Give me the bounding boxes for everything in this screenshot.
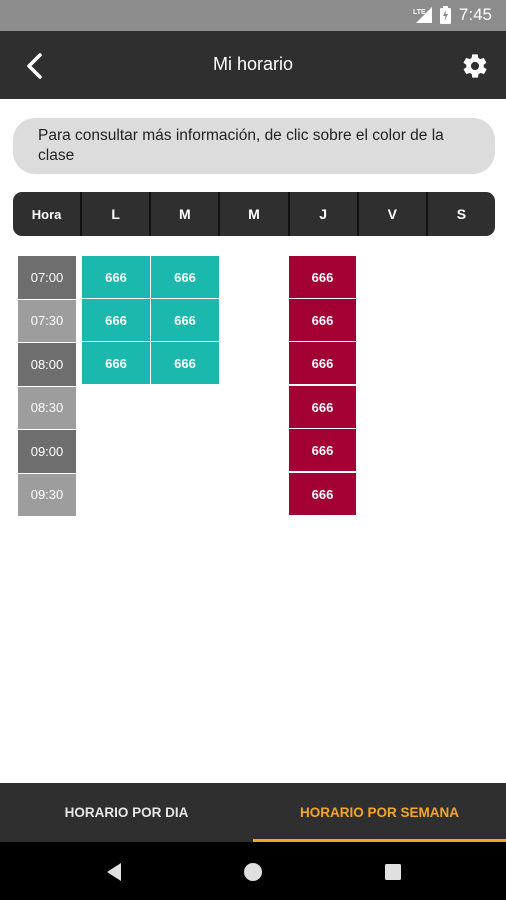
class-block-lunes[interactable]: 666 xyxy=(82,299,150,341)
class-block-jueves[interactable]: 666 xyxy=(289,429,356,471)
lte-signal-icon: LTE xyxy=(412,6,432,24)
class-block-jueves[interactable]: 666 xyxy=(289,473,356,515)
hour-column: 07:00 07:30 08:00 08:30 09:00 09:30 xyxy=(18,256,76,517)
nav-recents-button[interactable] xyxy=(381,860,405,884)
hour-slot: 09:00 xyxy=(18,430,76,474)
status-icons: LTE 7:45 xyxy=(412,5,492,25)
nav-back-button[interactable] xyxy=(102,860,126,884)
settings-button[interactable] xyxy=(458,49,492,83)
hour-slot: 07:30 xyxy=(18,299,76,343)
circle-home-icon xyxy=(244,863,262,881)
class-block-martes[interactable]: 666 xyxy=(151,256,219,298)
gear-icon xyxy=(463,54,487,78)
app-bar: Mi horario xyxy=(0,31,506,99)
info-message: Para consultar más información, de clic … xyxy=(13,118,495,174)
svg-text:LTE: LTE xyxy=(413,9,426,16)
header-day-jueves[interactable]: J xyxy=(287,192,357,236)
triangle-back-icon xyxy=(107,863,121,881)
page-title: Mi horario xyxy=(212,54,294,74)
hour-slot: 08:30 xyxy=(18,386,76,430)
nav-home-button[interactable] xyxy=(241,860,265,884)
class-block-jueves[interactable]: 666 xyxy=(289,386,356,428)
header-day-martes[interactable]: M xyxy=(149,192,218,236)
class-block-lunes[interactable]: 666 xyxy=(82,256,150,298)
hour-slot: 08:00 xyxy=(18,343,76,387)
hour-slot: 09:30 xyxy=(18,473,76,517)
class-block-jueves[interactable]: 666 xyxy=(289,299,356,341)
class-block-lunes[interactable]: 666 xyxy=(82,342,150,384)
battery-icon xyxy=(439,6,451,24)
class-block-martes[interactable]: 666 xyxy=(151,299,219,341)
header-hora: Hora xyxy=(31,206,62,222)
header-day-lunes[interactable]: L xyxy=(80,192,149,236)
class-block-martes[interactable]: 666 xyxy=(151,342,219,384)
class-block-jueves[interactable]: 666 xyxy=(289,256,356,298)
system-nav-bar xyxy=(0,842,506,900)
header-day-viernes[interactable]: V xyxy=(356,192,426,236)
header-day-miercoles[interactable]: M xyxy=(218,192,287,236)
day-header: Hora L M M J V S xyxy=(13,192,495,236)
tab-horario-por-dia[interactable]: HORARIO POR DIA xyxy=(0,783,253,842)
class-block-jueves[interactable]: 666 xyxy=(289,342,356,384)
status-bar: LTE 7:45 xyxy=(0,0,506,31)
square-recents-icon xyxy=(385,864,401,880)
tab-horario-por-semana[interactable]: HORARIO POR SEMANA xyxy=(253,783,506,842)
status-time: 7:45 xyxy=(458,5,492,24)
hour-slot: 07:00 xyxy=(18,256,76,300)
bottom-tab-bar: HORARIO POR DIA HORARIO POR SEMANA xyxy=(0,783,506,842)
header-day-sabado[interactable]: S xyxy=(425,192,495,236)
